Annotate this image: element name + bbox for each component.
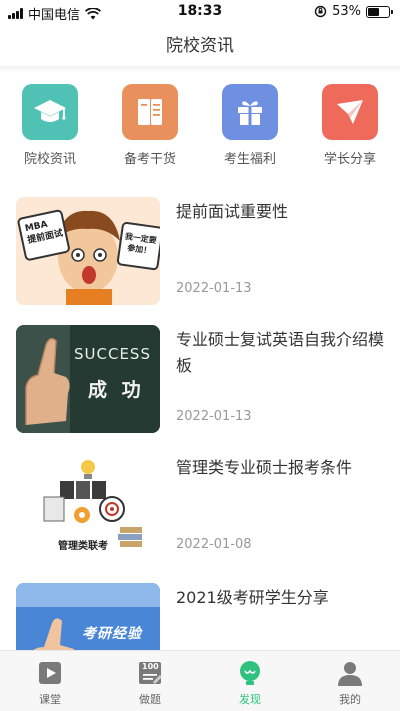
article-date: 2022-01-13: [176, 281, 252, 296]
gift-icon: [222, 84, 278, 140]
category-label: 考生福利: [223, 152, 276, 167]
category-label: 院校资讯: [23, 152, 76, 167]
tab-label: 发现: [239, 693, 261, 706]
article-item[interactable]: 考研经验 2021级考研学生分享: [0, 583, 400, 650]
title-divider: [0, 66, 400, 72]
tab-discover[interactable]: 发现: [200, 651, 300, 711]
category-student-benefits[interactable]: 考生福利: [200, 84, 300, 167]
tab-exercises[interactable]: 100 做题: [100, 651, 200, 711]
category-grid: 院校资讯 备考干货 考生福利 学长分享: [0, 84, 400, 167]
article-title: 提前面试重要性: [176, 202, 289, 221]
exercise-badge: 100: [142, 662, 159, 671]
category-school-news[interactable]: 院校资讯: [0, 84, 100, 167]
status-right: 53%: [314, 4, 393, 19]
status-bar: 中国电信 18:33 53%: [0, 0, 400, 24]
thumb-caption-kaoyan: 考研经验: [82, 626, 142, 642]
battery-icon: [366, 5, 393, 18]
article-title: 管理类专业硕士报考条件: [176, 458, 353, 477]
category-senior-share[interactable]: 学长分享: [300, 84, 400, 167]
article-thumbnail: 考研经验: [16, 583, 160, 650]
person-icon: [336, 659, 364, 687]
tab-label: 我的: [339, 693, 361, 706]
orientation-lock-icon: [314, 5, 327, 18]
article-item[interactable]: 管理类联考 管理类专业硕士报考条件 2022-01-08: [0, 453, 400, 563]
exercise-icon: 100: [136, 659, 164, 687]
graduation-cap-icon: [22, 84, 78, 140]
video-icon: [36, 659, 64, 687]
article-thumbnail: MBA 提前面试 我一定要 参加！: [16, 197, 160, 305]
article-item[interactable]: SUCCESS 成 功 专业硕士复试英语自我介绍模板 2022-01-13: [0, 325, 400, 435]
page-title: 院校资讯: [166, 36, 234, 56]
article-thumbnail: 管理类联考: [16, 453, 160, 561]
thumb-caption-mgmt: 管理类联考: [58, 541, 108, 552]
category-study-tips[interactable]: 备考干货: [100, 84, 200, 167]
thumb-caption-chenggong: 成 功: [88, 379, 145, 401]
battery-percent: 53%: [332, 4, 361, 19]
tab-mine[interactable]: 我的: [300, 651, 400, 711]
article-thumbnail: SUCCESS 成 功: [16, 325, 160, 433]
article-item[interactable]: MBA 提前面试 我一定要 参加！ 提前面试重要性 2022-01-13: [0, 197, 400, 307]
tab-label: 课堂: [39, 693, 61, 706]
tab-label: 做题: [139, 693, 161, 706]
category-label: 备考干货: [123, 152, 176, 167]
lightbulb-icon: [236, 659, 264, 687]
title-bar: 院校资讯: [0, 28, 400, 68]
book-icon: [122, 84, 178, 140]
article-title: 2021级考研学生分享: [176, 588, 329, 607]
category-label: 学长分享: [323, 152, 376, 167]
tab-classroom[interactable]: 课堂: [0, 651, 100, 711]
article-date: 2022-01-13: [176, 409, 252, 424]
article-title: 专业硕士复试英语自我介绍模板: [176, 330, 385, 375]
bottom-tab-bar: 课堂 100 做题 发现 我的: [0, 650, 400, 711]
article-date: 2022-01-08: [176, 537, 252, 552]
thumb-caption-success: SUCCESS: [74, 345, 151, 363]
paper-plane-icon: [322, 84, 378, 140]
